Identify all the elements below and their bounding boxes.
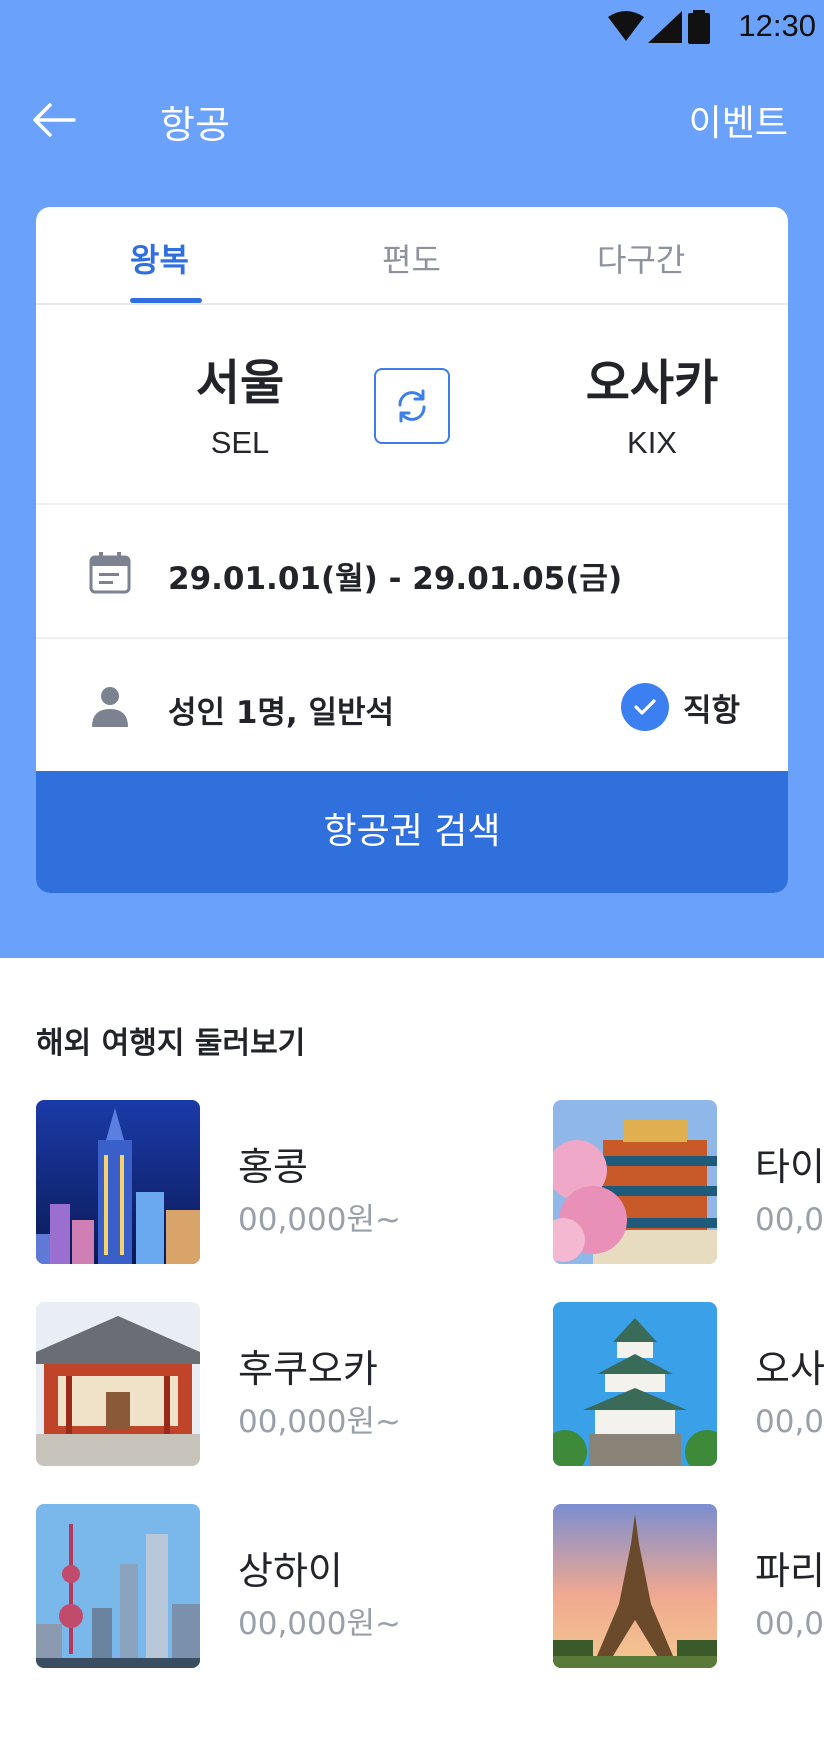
destination-thumbnail [553,1302,717,1466]
passenger-selector[interactable]: 성인 1명, 일반석 직항 [36,641,788,773]
origin-city: 서울 [195,355,285,411]
origin-code: SEL [210,425,270,460]
destination-card[interactable]: 홍콩 00,000원~ [36,1100,456,1265]
event-link[interactable]: 이벤트 [689,94,788,146]
section-title: 해외 여행지 둘러보기 [36,1026,306,1061]
destination-card[interactable]: 타이베이 00,000원~ [553,1100,824,1265]
destination-name: 홍콩 [238,1145,308,1189]
date-selector[interactable]: 29.01.01(월) - 29.01.05(금) [36,507,788,639]
status-icons [608,10,712,44]
calendar-icon [89,552,131,594]
swap-route-button[interactable] [374,368,450,444]
status-bar: 12:30 [0,0,824,52]
search-flights-button[interactable]: 항공권 검색 [36,771,788,893]
trip-type-tabs: 왕복 편도 다구간 [36,207,788,305]
destination-name: 오사카 [755,1347,824,1391]
app-bar: 항공 이벤트 [0,80,824,160]
destination-code: KIX [627,425,677,460]
signal-icon [648,11,682,43]
destination-price: 00,000원~ [755,1606,824,1642]
back-button[interactable] [30,96,78,144]
destination-name: 상하이 [238,1549,343,1593]
destination-card[interactable]: 후쿠오카 00,000원~ [36,1302,456,1467]
destination-thumbnail [553,1100,717,1264]
destination-thumbnail [553,1504,717,1668]
destination-card[interactable]: 상하이 00,000원~ [36,1504,456,1669]
direct-flight-label: 직항 [682,692,740,729]
destination-price: 00,000원~ [238,1606,401,1642]
arrow-left-icon [33,103,76,137]
destination-price: 00,000원~ [238,1202,401,1238]
status-time: 12:30 [738,8,816,43]
destination-city: 오사카 [585,355,719,411]
destination-price: 00,000원~ [238,1404,401,1440]
destination-thumbnail [36,1504,200,1668]
direct-flight-checkbox[interactable]: 직항 [620,683,740,731]
destination-card[interactable]: 오사카 00,000원~ [553,1302,824,1467]
swap-icon [398,389,426,423]
passenger-summary: 성인 1명, 일반석 [168,695,395,731]
destination-name: 파리 [755,1549,824,1593]
destination-thumbnail [36,1100,200,1264]
destination-price: 00,000원~ [755,1202,824,1238]
destination-selector[interactable]: 오사카 KIX [542,343,762,461]
destination-price: 00,000원~ [755,1404,824,1440]
person-icon [92,687,128,727]
destination-thumbnail [36,1302,200,1466]
origin-selector[interactable]: 서울 SEL [130,343,350,461]
tab-round-trip[interactable]: 왕복 [130,235,189,281]
wifi-icon [608,11,644,41]
destination-name: 타이베이 [755,1145,824,1189]
flight-search-card: 왕복 편도 다구간 서울 SEL 오사카 KIX 29.01.01(월) - 2… [36,207,788,893]
page-title: 항공 [160,103,230,147]
destination-card[interactable]: 파리 00,000원~ [553,1504,824,1669]
tab-indicator [130,298,202,303]
destination-name: 후쿠오카 [238,1347,378,1391]
battery-icon [688,10,710,44]
tab-one-way[interactable]: 편도 [382,235,441,281]
route-selector: 서울 SEL 오사카 KIX [36,305,788,505]
tab-multi-city[interactable]: 다구간 [597,235,685,281]
check-icon [620,683,669,731]
date-range: 29.01.01(월) - 29.01.05(금) [168,561,623,597]
